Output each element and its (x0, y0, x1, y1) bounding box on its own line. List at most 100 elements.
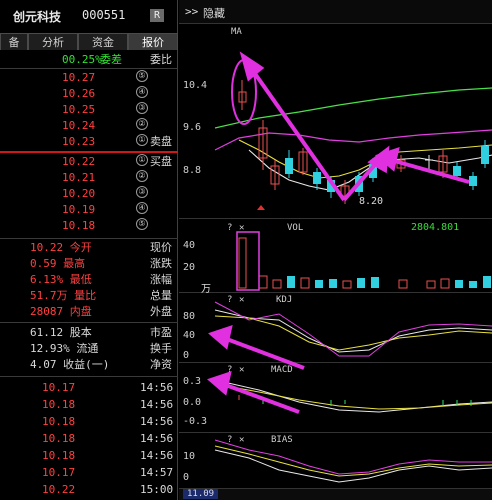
stat-row: 12.93% 流通 换手 (0, 341, 178, 357)
vol-bar (300, 277, 310, 289)
order-price: 10.23 (62, 135, 96, 148)
stat-value: 10.22 今开 (30, 241, 92, 254)
stat-label: 净资 (150, 358, 172, 371)
stat-row: 0.59 最高 涨跌 (0, 256, 178, 272)
order-price: 10.22 (62, 155, 96, 168)
vol-bar (455, 280, 463, 288)
kline-chart-panel: >> 隐藏 MA 10.4 9.6 8.8 8.20 ✕ ? VOL 2804.… (179, 0, 492, 500)
kdj-k-line (214, 309, 492, 353)
stat-value: 28087 内盘 (30, 305, 92, 318)
bias-line-1 (214, 449, 492, 483)
trade-time: 14:56 (140, 432, 174, 445)
vol-highlight-box (236, 231, 260, 291)
stock-code: 000551 (82, 8, 126, 22)
order-side-label: 买盘 (150, 155, 172, 168)
tab-funds[interactable]: 资金 (78, 33, 128, 50)
trade-price: 10.18 (42, 432, 76, 445)
stat-value: 6.13% 最低 (30, 273, 92, 286)
trade-row: 10.17 14:57 (0, 465, 178, 481)
trade-price: 10.18 (42, 449, 76, 462)
stat-row: 28087 内盘 外盘 (0, 304, 178, 320)
trade-time: 14:56 (140, 398, 174, 411)
stock-badge[interactable]: R (150, 9, 165, 22)
order-row-buy: 10.22 ① 买盘 (0, 154, 178, 170)
vol-bar (258, 275, 268, 289)
candles (238, 80, 489, 204)
order-row-buy: 10.20 ③ (0, 186, 178, 202)
quote-tabs: 报价 资金 分析 备 (0, 33, 178, 50)
trade-time: 15:00 (140, 483, 174, 496)
stat-label: 现价 (150, 241, 172, 254)
vol-bar (371, 277, 379, 288)
level-number: ① (136, 134, 148, 146)
order-price: 10.26 (62, 87, 96, 100)
order-price: 10.21 (62, 171, 96, 184)
tab-analysis[interactable]: 分析 (28, 33, 78, 50)
order-row-buy: 10.19 ④ (0, 202, 178, 218)
stat-label: 涨跌 (150, 257, 172, 270)
weibi-value: 00.25% (62, 53, 102, 66)
vol-bar (329, 279, 337, 288)
level-number: ④ (136, 202, 148, 214)
stat-label: 总量 (150, 289, 172, 302)
trade-price: 10.22 (42, 483, 76, 496)
trade-price: 10.18 (42, 398, 76, 411)
ma-line-mid (214, 129, 492, 151)
signal-marker (257, 205, 265, 210)
order-row-buy: 10.21 ② (0, 170, 178, 186)
trade-row: 10.18 14:56 (0, 414, 178, 430)
trade-time: 14:56 (140, 415, 174, 428)
order-price: 10.25 (62, 103, 96, 116)
candle (453, 166, 461, 176)
vol-bar (483, 276, 491, 288)
level-number: ③ (136, 102, 148, 114)
stat-value: 51.7万 量比 (30, 289, 97, 302)
tab-more[interactable]: 备 (0, 33, 28, 50)
level-number: ② (136, 118, 148, 130)
vol-bar (398, 279, 408, 289)
trade-price: 10.18 (42, 415, 76, 428)
order-price: 10.20 (62, 187, 96, 200)
stat-value: 61.12 股本 (30, 326, 92, 339)
vol-bar (272, 279, 282, 289)
stat-value: 12.93% 流通 (30, 342, 99, 355)
weibi-row: 委差 00.25% 委比 (0, 52, 178, 68)
trade-price: 10.17 (42, 381, 76, 394)
stat-row: 51.7万 量比 总量 (0, 288, 178, 304)
stat-label: 市盈 (150, 326, 172, 339)
stat-label: 涨幅 (150, 273, 172, 286)
vol-bar (238, 237, 247, 289)
stat-label: 换手 (150, 342, 172, 355)
trade-row: 10.18 14:56 (0, 431, 178, 447)
stat-value: 0.59 最高 (30, 257, 86, 270)
order-row-buy: 10.18 ⑤ (0, 218, 178, 234)
order-price: 10.19 (62, 203, 96, 216)
vol-bar (315, 280, 323, 288)
stat-row: 4.07 收益(一) 净资 (0, 357, 178, 373)
order-price: 10.27 (62, 71, 96, 84)
trade-time: 14:56 (140, 449, 174, 462)
trade-time: 14:56 (140, 381, 174, 394)
vol-bar (469, 281, 477, 288)
weibi-label: 委比 (150, 53, 172, 66)
tab-quote[interactable]: 报价 (128, 33, 178, 50)
vol-bar (440, 278, 450, 289)
level-number: ⑤ (136, 70, 148, 82)
annotation-arrows (207, 51, 470, 414)
trade-row: 10.22 15:00 (0, 482, 178, 498)
level-number: ④ (136, 86, 148, 98)
stat-value: 4.07 收益(一) (30, 358, 110, 371)
trade-row: 10.18 14:56 (0, 397, 178, 413)
stat-row: 10.22 今开 现价 (0, 240, 178, 256)
level-number: ② (136, 170, 148, 182)
level-number: ① (136, 154, 148, 166)
weibi-label-left: 委差 (100, 53, 122, 66)
candle (313, 172, 321, 184)
candle (481, 146, 489, 164)
stat-row: 6.13% 最低 涨幅 (0, 272, 178, 288)
order-row-sell: 10.24 ② (0, 118, 178, 134)
order-row-sell: 10.27 ⑤ (0, 70, 178, 86)
stat-row: 61.12 股本 市盈 (0, 325, 178, 341)
vol-bar (357, 278, 365, 288)
order-row-sell: 10.26 ④ (0, 86, 178, 102)
